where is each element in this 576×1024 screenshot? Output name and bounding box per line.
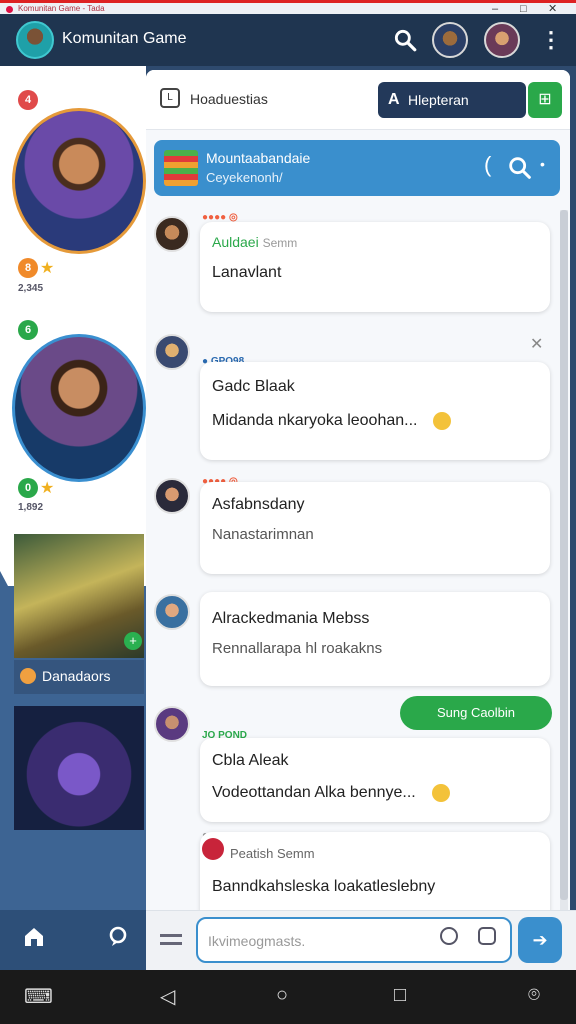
level-badge: 8	[18, 258, 38, 278]
message-item: ● GPO98 ✕ Gadc Blaak Midanda nkaryoka le…	[146, 330, 570, 460]
message-bubble[interactable]: Cbla Aleak Vodeottandan Alka bennye...	[200, 738, 550, 822]
sender-name: Alrackedmania Mebss	[212, 610, 370, 627]
message-item: ●●●● ◎ Alrackedmania Mebss Rennallarapa …	[146, 588, 570, 688]
chat-panel: L Hoaduestias A Hlepteran ⊞ Mountaabanda…	[146, 70, 570, 910]
sender-name: Asfabnsdany	[212, 496, 305, 513]
message-text: Lanavlant	[212, 264, 282, 281]
community-banner[interactable]: Mountaabandaie Ceyekenonh/ ( •	[154, 140, 560, 196]
tab-label[interactable]: Hoaduestias	[190, 91, 268, 107]
star-icon: ★	[40, 260, 55, 277]
chat-icon[interactable]	[106, 924, 130, 948]
message-text: Rennallarapa hl roakakns	[212, 640, 383, 657]
avatar[interactable]	[154, 216, 190, 252]
camera-icon[interactable]	[440, 927, 458, 945]
home-button-icon[interactable]: ○	[276, 984, 288, 1007]
message-composer: Ikvimeogmasts. ➔	[146, 910, 576, 970]
search-icon[interactable]	[506, 154, 534, 182]
grid-icon[interactable]: ⊞	[528, 82, 562, 118]
primary-action-button[interactable]: A Hlepteran	[378, 82, 526, 118]
window-title: Komunitan Game - Tada	[18, 4, 105, 13]
sender-name: Cbla Aleak	[212, 752, 289, 769]
message-bubble[interactable]: Peatish Semm Banndkahsleska loakatlesleb…	[200, 832, 550, 910]
app-header: Komunitan Game ⋮	[0, 14, 576, 66]
message-item: ●●●● Peatish Semm Banndkahsleska loakatl…	[146, 828, 570, 910]
level-badge: 0	[18, 478, 38, 498]
menu-icon[interactable]	[160, 931, 182, 949]
sender-name: Auldaei Semm	[212, 234, 298, 250]
tab-icon: L	[160, 88, 180, 108]
hero-portrait-2[interactable]	[12, 334, 146, 482]
sender-name: Gadc Blaak	[212, 378, 295, 395]
notification-badge: 4	[18, 90, 38, 110]
emoji-icon	[20, 668, 36, 684]
user-avatar[interactable]	[432, 22, 468, 58]
app-title: Komunitan Game	[62, 30, 187, 47]
emoji-icon	[431, 784, 450, 802]
tile-label[interactable]: Danadaors	[14, 660, 144, 694]
online-badge: 6	[18, 320, 38, 340]
friend-avatar[interactable]	[484, 22, 520, 58]
message-text: Vodeottandan Alka bennye...	[212, 784, 450, 802]
rail-nav	[0, 910, 146, 970]
hero-portrait-1[interactable]	[12, 108, 146, 254]
star-icon: ★	[40, 480, 55, 497]
message-bubble[interactable]: Asfabnsdany Nanastarimnan	[200, 482, 550, 574]
message-input[interactable]: Ikvimeogmasts.	[196, 917, 512, 963]
banner-subtitle: Ceyekenonh/	[206, 170, 283, 185]
member-count: 2,345	[18, 283, 44, 294]
scrollbar-thumb[interactable]	[560, 210, 568, 900]
heart-icon	[202, 838, 224, 860]
arrow-icon[interactable]: •	[540, 156, 545, 172]
message-text: Banndkahsleska loakatleslebny	[212, 878, 436, 895]
recents-icon[interactable]: □	[394, 984, 406, 1007]
keyboard-icon[interactable]: ⌨	[24, 984, 53, 1009]
chat-tabbar: L Hoaduestias A Hlepteran ⊞	[146, 70, 570, 130]
message-bubble[interactable]: Gadc Blaak Midanda nkaryoka leoohan...	[200, 362, 550, 460]
message-bubble[interactable]: Alrackedmania Mebss Rennallarapa hl roak…	[200, 592, 550, 686]
message-item: ●●●● ◎ ✕ Asfabnsdany Nanastarimnan	[146, 472, 570, 582]
app-logo	[16, 21, 54, 59]
message-text: Midanda nkaryoka leoohan...	[212, 412, 452, 430]
message-item: ●●●● ◎ Auldaei Semm Lanavlant ✕	[146, 210, 570, 320]
app-icon	[6, 6, 13, 13]
system-nav-bar: ⌨ ◁ ○ □ ⌾	[0, 970, 576, 1024]
message-text: Nanastarimnan	[212, 526, 314, 543]
add-badge[interactable]: +	[124, 632, 142, 650]
window-title-bar: Komunitan Game - Tada – □ ✕	[0, 0, 576, 15]
assistant-icon[interactable]: ⌾	[528, 984, 540, 1007]
banner-title: Mountaabandaie	[206, 150, 311, 166]
letter-icon: A	[388, 91, 400, 108]
avatar[interactable]	[154, 478, 190, 514]
message-item: JO POND Cbla Aleak Vodeottandan Alka ben…	[146, 702, 570, 822]
avatar[interactable]	[154, 594, 190, 630]
scrollbar[interactable]	[560, 210, 568, 910]
send-button[interactable]: ➔	[518, 917, 562, 963]
avatar[interactable]	[154, 334, 190, 370]
member-count: 1,892	[18, 502, 44, 513]
more-vertical-icon[interactable]: ⋮	[540, 28, 562, 52]
emoji-icon	[433, 412, 452, 430]
sticker-icon[interactable]	[478, 927, 496, 945]
community-icon	[164, 150, 198, 186]
close-icon[interactable]: ✕	[530, 334, 543, 354]
back-icon[interactable]: ◁	[160, 984, 175, 1009]
message-bubble[interactable]: Auldaei Semm Lanavlant ✕	[200, 222, 550, 312]
search-icon[interactable]	[392, 27, 418, 53]
home-icon[interactable]	[22, 925, 46, 949]
sender-name: Peatish Semm	[230, 846, 315, 861]
avatar[interactable]	[154, 706, 190, 742]
game-tile[interactable]	[14, 706, 144, 830]
